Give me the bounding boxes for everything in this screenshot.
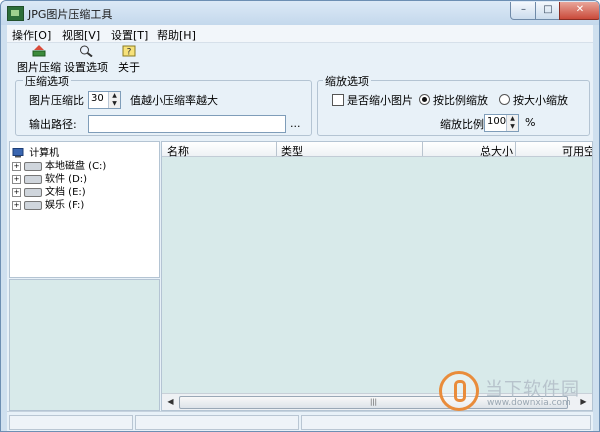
- app-icon: [7, 6, 24, 21]
- shrink-image-label: 是否缩小图片: [347, 94, 413, 107]
- settings-button[interactable]: 设置选项: [63, 45, 109, 75]
- client-area: 操作[O] 视图[V] 设置[T] 帮助[H] 图片压缩 设置选项 ? 关于 压…: [7, 25, 593, 431]
- compression-hint: 值越小压缩率越大: [130, 94, 218, 107]
- scale-options-title: 缩放选项: [323, 73, 371, 89]
- spinner-arrows-icon[interactable]: ▲ ▼: [108, 92, 120, 108]
- compress-options-title: 压缩选项: [23, 73, 71, 89]
- compression-ratio-label: 图片压缩比: [29, 94, 84, 107]
- tree-item-drive-c[interactable]: + 本地磁盘 (C:): [12, 157, 106, 172]
- help-icon: ?: [122, 45, 136, 57]
- column-name[interactable]: 名称: [167, 143, 189, 159]
- column-divider[interactable]: [422, 142, 423, 156]
- shrink-image-checkbox[interactable]: [332, 94, 344, 106]
- minimize-button[interactable]: –: [510, 2, 537, 20]
- column-type[interactable]: 类型: [281, 143, 303, 159]
- menu-bar: 操作[O] 视图[V] 设置[T] 帮助[H]: [7, 25, 593, 43]
- menu-help[interactable]: 帮助[H]: [157, 27, 196, 43]
- menu-operate[interactable]: 操作[O]: [12, 27, 51, 43]
- by-ratio-radio[interactable]: [419, 94, 430, 105]
- compress-icon: [32, 45, 46, 57]
- by-ratio-label: 按比例缩放: [433, 94, 488, 107]
- compression-ratio-value: 30: [91, 93, 104, 104]
- about-button[interactable]: ? 关于: [115, 45, 143, 75]
- folder-tree[interactable]: 计算机 + 本地磁盘 (C:) + 软件 (D:) + 文档 (E:) + 娱乐 (F:…: [9, 141, 160, 278]
- main-window: JPG图片压缩工具 – □ ✕ 操作[O] 视图[V] 设置[T] 帮助[H] …: [0, 0, 600, 432]
- scale-options-group: 缩放选项 是否缩小图片 按比例缩放 按大小缩放 缩放比例 100 ▲ ▼ %: [317, 73, 590, 136]
- file-list[interactable]: 名称 类型 总大小 可用空 ◀ ||| ▶: [161, 141, 593, 411]
- maximize-button[interactable]: □: [535, 2, 561, 20]
- svg-text:?: ?: [127, 48, 132, 58]
- tree-item-drive-f[interactable]: + 娱乐 (F:): [12, 196, 85, 211]
- magnifier-icon: [80, 45, 93, 57]
- scale-ratio-label: 缩放比例: [440, 118, 484, 131]
- spinner-arrows-icon[interactable]: ▲ ▼: [506, 115, 518, 131]
- close-button[interactable]: ✕: [559, 2, 599, 20]
- scale-ratio-unit: %: [525, 116, 536, 129]
- status-pane: [301, 415, 591, 430]
- status-pane: [9, 415, 133, 430]
- by-size-label: 按大小缩放: [513, 94, 568, 107]
- tree-root-computer[interactable]: 计算机: [12, 144, 59, 159]
- output-path-input[interactable]: [88, 115, 286, 133]
- compress-button[interactable]: 图片压缩: [17, 45, 61, 75]
- drive-icon: [24, 200, 42, 210]
- column-free-space[interactable]: 可用空: [562, 143, 592, 159]
- tree-item-drive-d[interactable]: + 软件 (D:): [12, 170, 87, 185]
- compression-ratio-spinner[interactable]: 30 ▲ ▼: [88, 91, 121, 109]
- expand-icon[interactable]: +: [12, 200, 21, 210]
- by-size-radio[interactable]: [499, 94, 510, 105]
- status-bar: [7, 411, 593, 431]
- column-total-size[interactable]: 总大小: [480, 143, 513, 159]
- menu-view[interactable]: 视图[V]: [62, 27, 100, 43]
- tree-item-label: 娱乐 (F:): [45, 200, 85, 211]
- column-divider[interactable]: [276, 142, 277, 156]
- tree-item-drive-e[interactable]: + 文档 (E:): [12, 183, 86, 198]
- scroll-left-icon[interactable]: ◀: [163, 395, 178, 409]
- preview-pane: [9, 279, 160, 411]
- menu-settings[interactable]: 设置[T]: [111, 27, 148, 43]
- toolbar: 图片压缩 设置选项 ? 关于: [7, 43, 593, 77]
- list-header: 名称 类型 总大小 可用空: [162, 142, 592, 159]
- watermark-url: www.downxia.com: [487, 398, 571, 408]
- window-title: JPG图片压缩工具: [28, 8, 113, 21]
- status-pane: [135, 415, 299, 430]
- compress-options-group: 压缩选项 图片压缩比 30 ▲ ▼ 值越小压缩率越大 输出路径: ...: [15, 73, 312, 136]
- scale-ratio-value: 100: [487, 116, 507, 127]
- browse-button[interactable]: ...: [290, 117, 301, 130]
- title-bar: JPG图片压缩工具 – □ ✕: [1, 1, 599, 25]
- about-button-label: 关于: [118, 61, 140, 74]
- output-path-label: 输出路径:: [29, 118, 77, 131]
- watermark-logo-icon: [439, 371, 479, 411]
- column-divider[interactable]: [515, 142, 516, 156]
- scale-ratio-spinner[interactable]: 100 ▲ ▼: [484, 114, 519, 132]
